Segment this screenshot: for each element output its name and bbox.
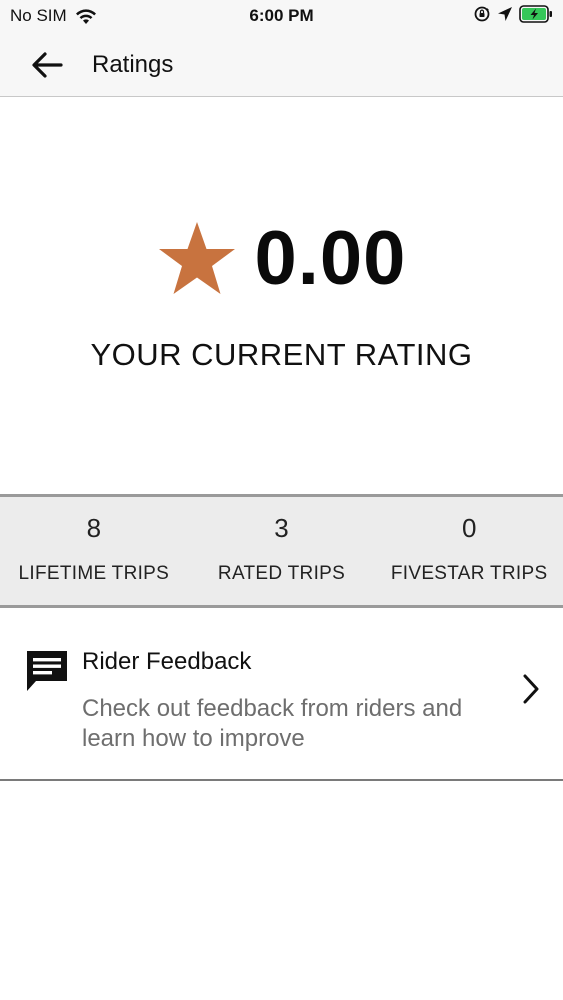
trip-stats: 8 LIFETIME TRIPS 3 RATED TRIPS 0 FIVESTA…	[0, 494, 563, 608]
page-title: Ratings	[92, 51, 174, 78]
stat-fivestar-trips: 0 FIVESTAR TRIPS	[375, 497, 563, 605]
battery-charging-icon	[519, 5, 552, 23]
message-icon	[27, 651, 67, 691]
stat-rated-trips: 3 RATED TRIPS	[188, 497, 376, 605]
location-arrow-icon	[498, 7, 512, 21]
app-header: Ratings	[0, 32, 563, 97]
stat-value: 3	[274, 513, 289, 543]
stat-value: 8	[86, 513, 102, 543]
rating-row: 0.00	[0, 215, 563, 302]
feedback-description: Check out feedback from riders and learn…	[82, 695, 463, 752]
chevron-right-icon	[523, 674, 539, 704]
rating-summary: 0.00 YOUR CURRENT RATING	[0, 97, 563, 495]
feedback-title: Rider Feedback	[82, 648, 252, 675]
rating-caption: YOUR CURRENT RATING	[90, 337, 473, 372]
rider-feedback-row[interactable]: Rider Feedback Check out feedback from r…	[0, 608, 563, 781]
stat-label: FIVESTAR TRIPS	[390, 563, 548, 584]
stat-label: RATED TRIPS	[217, 563, 346, 584]
star-icon	[158, 221, 235, 294]
status-bar: No SIM 6:00 PM	[0, 0, 563, 32]
rating-value: 0.00	[254, 216, 407, 301]
orientation-lock-icon	[474, 6, 490, 22]
status-right	[473, 5, 553, 23]
stat-lifetime-trips: 8 LIFETIME TRIPS	[0, 497, 188, 605]
arrow-left-icon	[32, 52, 63, 78]
stat-value: 0	[461, 513, 477, 543]
back-button[interactable]	[28, 46, 66, 84]
stat-label: LIFETIME TRIPS	[18, 563, 170, 584]
